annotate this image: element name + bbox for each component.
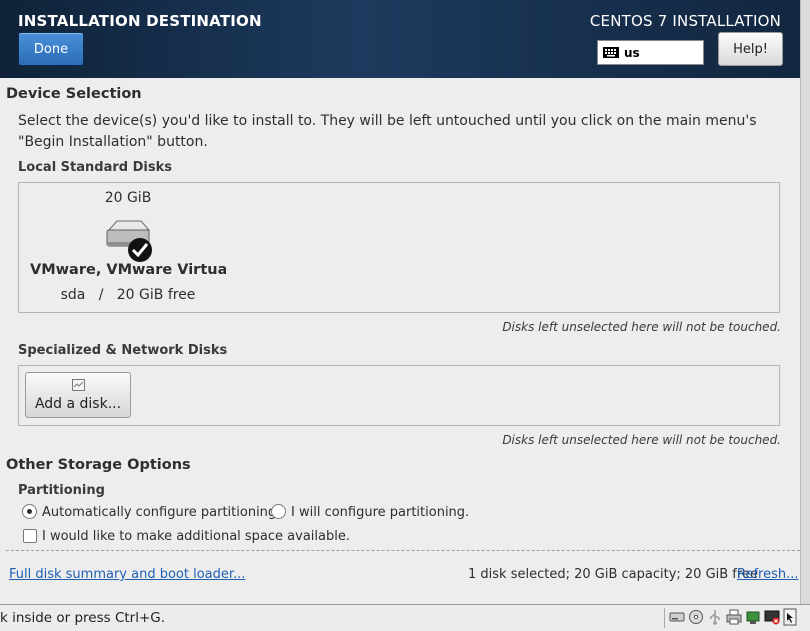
disk-size: 20 GiB: [104, 190, 152, 206]
page-title: INSTALLATION DESTINATION: [18, 12, 262, 30]
partitioning-label: Partitioning: [18, 483, 105, 498]
add-disk-button[interactable]: Add a disk...: [25, 372, 131, 418]
disk-summary-link[interactable]: Full disk summary and boot loader...: [9, 567, 245, 582]
add-disk-label: Add a disk...: [34, 396, 122, 412]
disk-sda[interactable]: 20 GiB VMware, VMware Virtual S sda / 20…: [30, 184, 226, 310]
other-storage-heading: Other Storage Options: [6, 457, 191, 473]
cd-drive-icon[interactable]: [688, 608, 704, 626]
header-bar: INSTALLATION DESTINATION CENTOS 7 INSTAL…: [0, 0, 800, 78]
keyboard-icon: [603, 47, 619, 58]
status-tray: [664, 608, 797, 628]
local-disks-label: Local Standard Disks: [18, 160, 172, 175]
disk-info: sda / 20 GiB free: [60, 287, 196, 303]
network-disks-label: Specialized & Network Disks: [18, 343, 228, 358]
disk-summary-text: 1 disk selected; 20 GiB capacity; 20 GiB…: [468, 567, 758, 582]
device-selection-description-1: Select the device(s) you'd like to insta…: [18, 113, 757, 129]
network-icon[interactable]: [745, 608, 761, 626]
manual-partition-radio[interactable]: [271, 504, 286, 519]
auto-partition-label[interactable]: Automatically configure partitioning.: [42, 505, 280, 520]
local-disks-note: Disks left unselected here will not be t…: [502, 320, 781, 334]
keyboard-layout-indicator[interactable]: us: [597, 40, 704, 65]
additional-space-checkbox[interactable]: [23, 529, 37, 543]
display-icon[interactable]: [764, 608, 780, 626]
network-disks-note: Disks left unselected here will not be t…: [502, 433, 781, 447]
printer-icon[interactable]: [726, 608, 742, 626]
hard-disk-selected-icon: [104, 220, 154, 266]
network-disks-panel: [18, 365, 780, 426]
usb-icon[interactable]: [707, 608, 723, 626]
mouse-icon[interactable]: [783, 608, 797, 626]
disk-name: VMware, VMware Virtual S: [30, 262, 226, 278]
product-title: CENTOS 7 INSTALLATION: [589, 12, 781, 30]
help-button[interactable]: Help!: [718, 32, 783, 66]
additional-space-label[interactable]: I would like to make additional space av…: [42, 529, 350, 544]
keyboard-layout-label: us: [624, 45, 640, 60]
device-selection-description-2: "Begin Installation" button.: [18, 134, 208, 150]
device-selection-heading: Device Selection: [6, 86, 142, 102]
vm-status-bar: k inside or press Ctrl+G.: [0, 604, 810, 631]
manual-partition-label[interactable]: I will configure partitioning.: [291, 505, 469, 520]
refresh-link[interactable]: Refresh...: [737, 567, 799, 582]
auto-partition-radio[interactable]: [22, 504, 37, 519]
done-button[interactable]: Done: [18, 32, 84, 66]
disk-add-icon: [72, 379, 85, 391]
status-text: k inside or press Ctrl+G.: [0, 610, 166, 626]
separator: [6, 550, 800, 551]
hard-disk-icon[interactable]: [669, 608, 685, 626]
scrollbar-track[interactable]: [800, 0, 810, 604]
